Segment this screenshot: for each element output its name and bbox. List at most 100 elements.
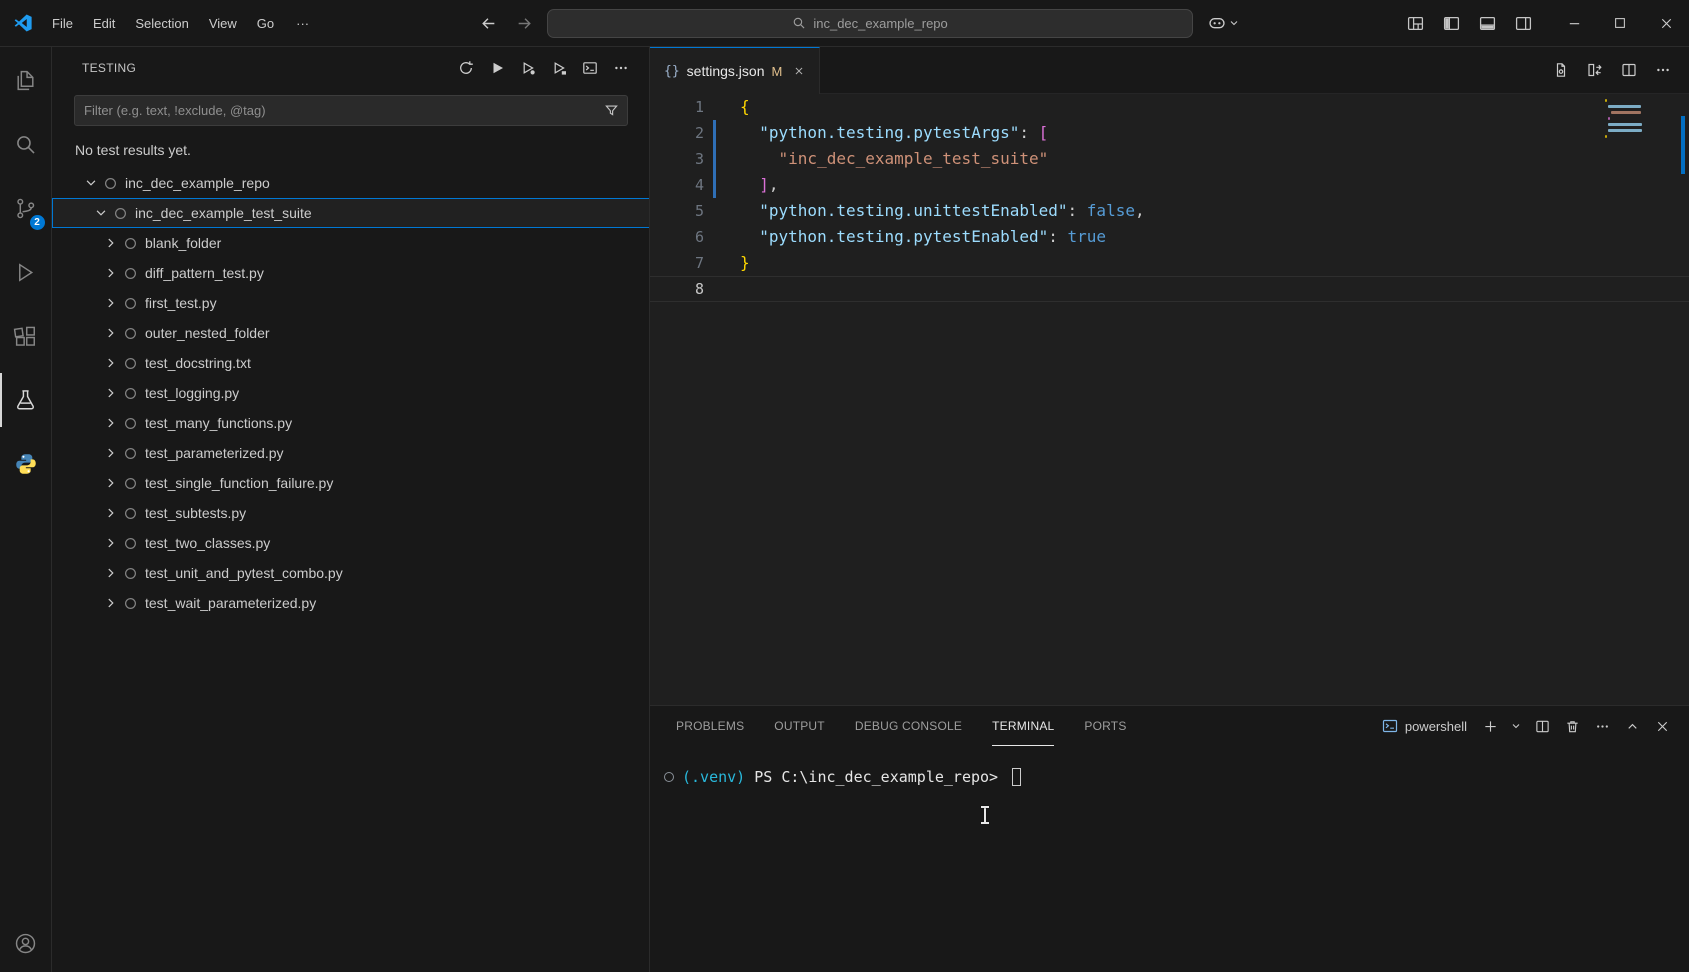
minimize-icon[interactable] <box>1551 0 1597 47</box>
split-editor-icon[interactable] <box>1615 57 1643 83</box>
panel-tab-output[interactable]: OUTPUT <box>774 706 825 746</box>
code-line[interactable]: 6 "python.testing.pytestEnabled": true <box>650 224 1689 250</box>
toggle-panel-icon[interactable] <box>1473 10 1501 36</box>
split-terminal-icon[interactable] <box>1529 713 1555 739</box>
twistie-chevron-right-icon[interactable] <box>102 476 120 490</box>
maximize-panel-icon[interactable] <box>1619 713 1645 739</box>
menu-file[interactable]: File <box>42 11 83 36</box>
tree-item[interactable]: test_parameterized.py <box>52 438 650 468</box>
code-line[interactable]: 8 <box>650 276 1689 302</box>
tree-item[interactable]: diff_pattern_test.py <box>52 258 650 288</box>
command-decoration-icon[interactable] <box>664 772 674 782</box>
tree-item[interactable]: test_logging.py <box>52 378 650 408</box>
twistie-chevron-right-icon[interactable] <box>102 266 120 280</box>
tree-item[interactable]: test_unit_and_pytest_combo.py <box>52 558 650 588</box>
menu-overflow-button[interactable]: ··· <box>286 11 319 36</box>
twistie-chevron-right-icon[interactable] <box>102 296 120 310</box>
tab-settings-json[interactable]: {} settings.json M <box>650 47 820 94</box>
code-line[interactable]: 3 "inc_dec_example_test_suite" <box>650 146 1689 172</box>
tree-item[interactable]: outer_nested_folder <box>52 318 650 348</box>
twistie-chevron-right-icon[interactable] <box>102 446 120 460</box>
panel-tab-terminal[interactable]: TERMINAL <box>992 706 1054 746</box>
forward-arrow-icon[interactable] <box>511 10 537 36</box>
testing-more-actions-icon[interactable] <box>608 56 634 80</box>
run-all-tests-icon[interactable] <box>484 56 510 80</box>
tree-item[interactable]: inc_dec_example_test_suite <box>52 198 650 228</box>
editor-more-actions-icon[interactable] <box>1649 57 1677 83</box>
twistie-chevron-right-icon[interactable] <box>102 416 120 430</box>
code-line[interactable]: 1{ <box>650 94 1689 120</box>
source-control-icon[interactable]: 2 <box>0 181 52 235</box>
twistie-chevron-right-icon[interactable] <box>102 536 120 550</box>
tree-item[interactable]: blank_folder <box>52 228 650 258</box>
tree-item[interactable]: test_single_function_failure.py <box>52 468 650 498</box>
testing-icon[interactable] <box>0 373 52 427</box>
test-state-circle-icon <box>122 476 138 491</box>
code-line[interactable]: 7} <box>650 250 1689 276</box>
tree-item[interactable]: test_subtests.py <box>52 498 650 528</box>
panel-tab-debug-console[interactable]: DEBUG CONSOLE <box>855 706 962 746</box>
run-and-debug-icon[interactable] <box>0 245 52 299</box>
menu-go[interactable]: Go <box>247 11 284 36</box>
new-terminal-icon[interactable] <box>1477 713 1503 739</box>
run-tests-with-coverage-icon[interactable] <box>546 56 572 80</box>
twistie-chevron-right-icon[interactable] <box>102 356 120 370</box>
code-line[interactable]: 4 ], <box>650 172 1689 198</box>
account-icon[interactable] <box>0 916 52 970</box>
terminal[interactable]: (.venv) PS C:\inc_dec_example_repo> <box>650 746 1689 972</box>
close-panel-icon[interactable] <box>1649 713 1675 739</box>
python-icon[interactable] <box>0 437 52 491</box>
extensions-icon[interactable] <box>0 309 52 363</box>
toggle-primary-sidebar-icon[interactable] <box>1437 10 1465 36</box>
panel-tab-ports[interactable]: PORTS <box>1084 706 1126 746</box>
launch-profile-chevron-icon[interactable] <box>1507 713 1525 739</box>
tree-item[interactable]: first_test.py <box>52 288 650 318</box>
tree-item-label: test_two_classes.py <box>145 535 270 551</box>
twistie-chevron-right-icon[interactable] <box>102 236 120 250</box>
code-line[interactable]: 2 "python.testing.pytestArgs": [ <box>650 120 1689 146</box>
menu-selection[interactable]: Selection <box>125 11 198 36</box>
copilot-menu[interactable] <box>1203 11 1245 35</box>
panel-more-actions-icon[interactable] <box>1589 713 1615 739</box>
show-test-output-icon[interactable] <box>577 56 603 80</box>
test-state-circle-icon <box>122 446 138 461</box>
twistie-chevron-right-icon[interactable] <box>102 566 120 580</box>
json-braces-icon: {} <box>664 64 680 79</box>
tree-item[interactable]: test_wait_parameterized.py <box>52 588 650 618</box>
twistie-chevron-down-icon[interactable] <box>92 206 110 220</box>
twistie-chevron-right-icon[interactable] <box>102 596 120 610</box>
filter-icon[interactable] <box>604 103 619 118</box>
customize-layout-icon[interactable] <box>1401 10 1429 36</box>
search-sidebar-icon[interactable] <box>0 117 52 171</box>
explorer-icon[interactable] <box>0 53 52 107</box>
command-center-search[interactable]: inc_dec_example_repo <box>547 9 1193 38</box>
debug-all-tests-icon[interactable] <box>515 56 541 80</box>
tree-item[interactable]: inc_dec_example_repo <box>52 168 650 198</box>
twistie-chevron-right-icon[interactable] <box>102 326 120 340</box>
maximize-icon[interactable] <box>1597 0 1643 47</box>
refresh-tests-icon[interactable] <box>453 56 479 80</box>
test-state-circle-icon <box>102 176 118 191</box>
terminal-shell-item[interactable]: powershell <box>1376 716 1473 736</box>
close-window-icon[interactable] <box>1643 0 1689 47</box>
panel-tab-problems[interactable]: PROBLEMS <box>676 706 744 746</box>
tree-item[interactable]: test_docstring.txt <box>52 348 650 378</box>
tree-item[interactable]: test_two_classes.py <box>52 528 650 558</box>
tree-item[interactable]: test_many_functions.py <box>52 408 650 438</box>
open-changes-icon[interactable] <box>1581 57 1609 83</box>
twistie-chevron-right-icon[interactable] <box>102 506 120 520</box>
code-line[interactable]: 5 "python.testing.unittestEnabled": fals… <box>650 198 1689 224</box>
twistie-chevron-down-icon[interactable] <box>82 176 100 190</box>
minimap[interactable] <box>1605 99 1643 147</box>
menu-view[interactable]: View <box>199 11 247 36</box>
test-filter-input[interactable] <box>84 103 604 118</box>
twistie-chevron-right-icon[interactable] <box>102 386 120 400</box>
toggle-secondary-sidebar-icon[interactable] <box>1509 10 1537 36</box>
close-tab-icon[interactable] <box>789 61 809 81</box>
code-editor[interactable]: 1{2 "python.testing.pytestArgs": [3 "inc… <box>650 94 1689 705</box>
kill-terminal-icon[interactable] <box>1559 713 1585 739</box>
open-settings-ui-icon[interactable] <box>1547 57 1575 83</box>
menu-edit[interactable]: Edit <box>83 11 125 36</box>
test-state-circle-icon <box>122 536 138 551</box>
back-arrow-icon[interactable] <box>475 10 501 36</box>
